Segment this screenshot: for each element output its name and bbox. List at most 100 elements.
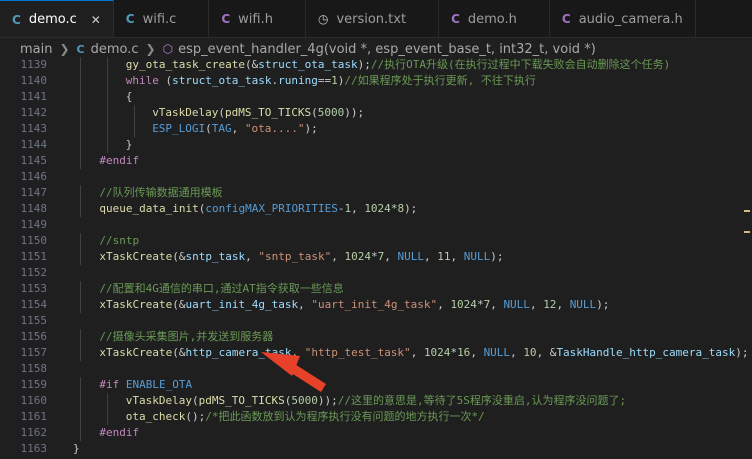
tab-label: demo.c [28, 12, 77, 27]
line-number: 1150 [20, 234, 48, 247]
indent-guide [107, 73, 108, 89]
tab-version-txt[interactable]: ◷ version.txt [306, 0, 440, 37]
line-number: 1142 [20, 106, 48, 119]
line-number: 1146 [20, 170, 48, 183]
code-text: queue_data_init(configMAX_PRIORITIES-1, … [99, 202, 418, 215]
indent-guide [80, 409, 81, 425]
code-text: xTaskCreate(&http_camera_task, "http_tes… [99, 346, 749, 359]
scrollbar-marker [744, 231, 750, 233]
info-file-icon: ◷ [317, 12, 329, 26]
tab-demo-c[interactable]: C demo.c ✕ [0, 0, 114, 37]
code-editor[interactable]: 1139 gy_ota_task_create(&struct_ota_task)… [0, 57, 752, 459]
tab-label: wifi.c [142, 11, 177, 27]
line-number: 1156 [20, 330, 48, 343]
tab-label: demo.h [467, 11, 517, 27]
tab-audio-camera-h[interactable]: C audio_camera.h [550, 0, 696, 37]
function-symbol-icon: ⬡ [162, 42, 174, 56]
breadcrumb-symbol[interactable]: esp_event_handler_4g(void *, esp_event_b… [178, 42, 596, 57]
line-number: 1141 [20, 90, 48, 103]
indent-guide [80, 153, 81, 169]
line-number: 1154 [20, 298, 48, 311]
code-line[interactable]: 1153 //配置和4G通信的串口,通过AT指令获取一些信息 [0, 281, 752, 297]
code-text: #endif [99, 154, 140, 167]
indent-guide [80, 377, 81, 393]
code-line[interactable]: 1154 xTaskCreate(&uart_init_4g_task, "uar… [0, 297, 752, 313]
indent-guide [80, 57, 81, 73]
code-text: } [125, 138, 133, 151]
code-line[interactable]: 1152 [0, 265, 752, 281]
code-line[interactable]: 1145 #endif [0, 153, 752, 169]
scrollbar[interactable] [738, 60, 752, 459]
chevron-right-icon: ❯ [145, 42, 156, 56]
editor-tab-bar: C demo.c ✕ C wifi.c C wifi.h ◷ version.t… [0, 0, 752, 38]
breadcrumb-file[interactable]: demo.c [91, 42, 139, 57]
tab-wifi-c[interactable]: C wifi.c [114, 0, 210, 37]
code-text: //配置和4G通信的串口,通过AT指令获取一些信息 [99, 282, 344, 295]
code-text: ota_check();/*把此函数放到认为程序执行没有问题的地方执行一次*/ [125, 410, 485, 423]
code-text: while (struct_ota_task.runing==1)//如果程序处… [125, 74, 536, 87]
code-text: xTaskCreate(&sntp_task, "sntp_task", 102… [99, 250, 504, 263]
code-line[interactable]: 1156 //摄像头采集图片,并发送到服务器 [0, 329, 752, 345]
code-line[interactable]: 1147 //队列传输数据通用模板 [0, 185, 752, 201]
line-number: 1145 [20, 154, 48, 167]
code-text: vTaskDelay(pdMS_TO_TICKS(5000));//这里的意思是… [125, 394, 627, 407]
code-line[interactable]: 1163} [0, 441, 752, 457]
indent-guide [107, 393, 108, 409]
line-number: 1139 [20, 58, 48, 71]
tab-label: version.txt [336, 11, 407, 27]
code-text: xTaskCreate(&uart_init_4g_task, "uart_in… [99, 298, 610, 311]
code-line[interactable]: 1139 gy_ota_task_create(&struct_ota_task)… [0, 57, 752, 73]
indent-guide [134, 121, 135, 137]
code-line[interactable]: 1162 #endif [0, 425, 752, 441]
indent-guide [107, 105, 108, 121]
code-line[interactable]: 1160 vTaskDelay(pdMS_TO_TICKS(5000));//这里… [0, 393, 752, 409]
code-line[interactable]: 1159 #if ENABLE_OTA [0, 377, 752, 393]
code-line[interactable]: 1143 ESP_LOGI(TAG, "ota...."); [0, 121, 752, 137]
line-number: 1163 [20, 442, 48, 455]
scrollbar-marker [744, 210, 750, 212]
line-number: 1160 [20, 394, 48, 407]
code-line[interactable]: 1161 ota_check();/*把此函数放到认为程序执行没有问题的地方执行一… [0, 409, 752, 425]
code-line[interactable]: 1151 xTaskCreate(&sntp_task, "sntp_task",… [0, 249, 752, 265]
chevron-right-icon: ❯ [59, 42, 70, 56]
line-number: 1149 [20, 218, 48, 231]
code-line[interactable]: 1158 [0, 361, 752, 377]
close-icon[interactable]: ✕ [91, 13, 101, 27]
c-header-file-icon: C [451, 12, 460, 26]
line-number: 1147 [20, 186, 48, 199]
indent-guide [80, 185, 81, 201]
indent-guide [80, 73, 81, 89]
indent-guide [107, 137, 108, 153]
tab-label: wifi.h [238, 11, 273, 27]
code-line[interactable]: 1140 while (struct_ota_task.runing==1)//如… [0, 73, 752, 89]
line-number: 1158 [20, 362, 48, 375]
indent-guide [107, 121, 108, 137]
code-line[interactable]: 1144} [0, 137, 752, 153]
indent-guide [80, 121, 81, 137]
indent-guide [80, 393, 81, 409]
code-line[interactable]: 1149 [0, 217, 752, 233]
code-line[interactable]: 1141 { [0, 89, 752, 105]
line-number: 1151 [20, 250, 48, 263]
breadcrumb-folder[interactable]: main [20, 42, 52, 57]
tab-wifi-h[interactable]: C wifi.h [209, 0, 306, 37]
code-line[interactable]: 1155 [0, 313, 752, 329]
c-header-file-icon: C [221, 12, 231, 26]
indent-guide [80, 281, 81, 297]
indent-guide [80, 329, 81, 345]
code-text: ESP_LOGI(TAG, "ota...."); [152, 122, 318, 135]
code-text: //队列传输数据通用模板 [99, 186, 223, 199]
tab-demo-h[interactable]: C demo.h [439, 0, 550, 37]
indent-guide [107, 57, 108, 73]
line-number: 1162 [20, 426, 48, 439]
code-line[interactable]: 1150 //sntp [0, 233, 752, 249]
code-line[interactable]: 1148 queue_data_init(configMAX_PRIORITIES… [0, 201, 752, 217]
line-number: 1140 [20, 74, 48, 87]
code-text: //sntp [99, 234, 140, 247]
code-line[interactable]: 1157 xTaskCreate(&http_camera_task, "http… [0, 345, 752, 361]
code-line[interactable]: 1146 [0, 169, 752, 185]
code-line[interactable]: 1142 vTaskDelay(pdMS_TO_TICKS(5000)); [0, 105, 752, 121]
line-number: 1161 [20, 410, 48, 423]
code-text: gy_ota_task_create(&struct_ota_task);//执… [125, 58, 671, 71]
c-header-file-icon: C [561, 12, 571, 26]
